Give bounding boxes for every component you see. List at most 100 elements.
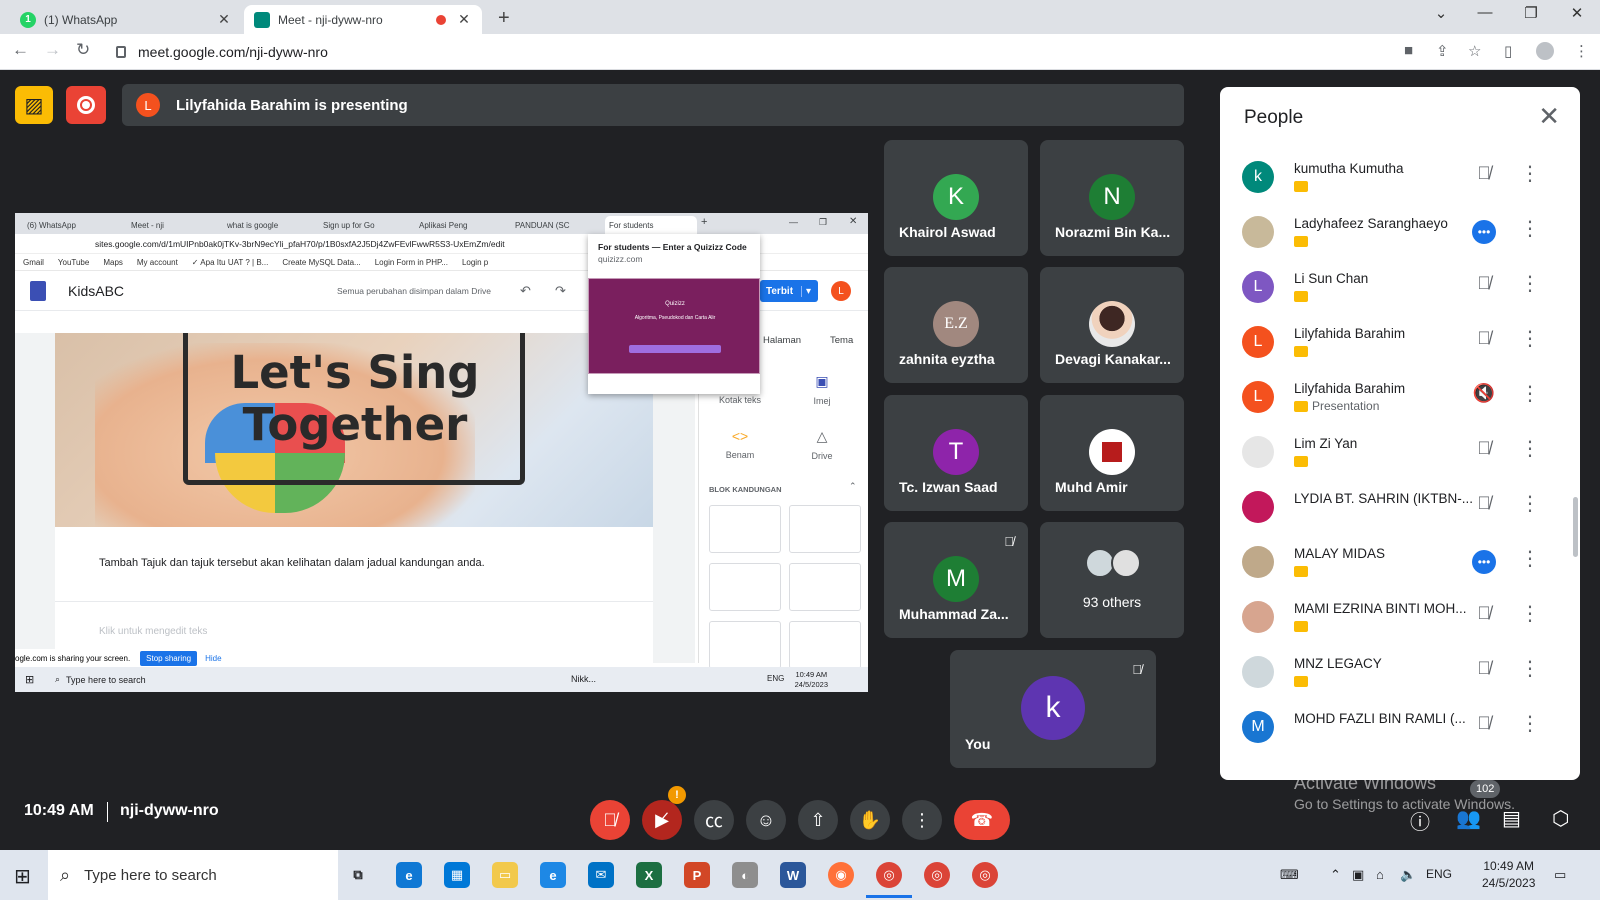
- participant-tile[interactable]: N Norazmi Bin Ka...: [1040, 140, 1184, 256]
- participant-row[interactable]: Lim Zi Yan 🎙̸ ⋮: [1220, 424, 1580, 480]
- others-tile[interactable]: 93 others: [1040, 522, 1184, 638]
- present-button[interactable]: ⇧: [798, 800, 838, 840]
- tab-whatsapp[interactable]: 1 (1) WhatsApp ✕: [10, 5, 242, 34]
- close-icon[interactable]: ✕: [1538, 101, 1560, 132]
- more-options-icon[interactable]: ⋮: [1520, 656, 1540, 681]
- participant-row[interactable]: k kumutha Kumutha 🎙̸ ⋮: [1220, 149, 1580, 205]
- network-icon[interactable]: ⌂: [1376, 867, 1384, 882]
- close-window-button[interactable]: ✕: [1554, 4, 1600, 22]
- activities-icon[interactable]: ⬡: [1552, 806, 1569, 831]
- close-tab-icon[interactable]: ✕: [216, 11, 232, 28]
- close-tab-icon[interactable]: ✕: [456, 11, 472, 28]
- participant-row[interactable]: L Lilyfahida Barahim Presentation 🔇 ⋮: [1220, 369, 1580, 425]
- reload-icon[interactable]: ↻: [76, 40, 90, 60]
- mic-off-icon[interactable]: 🎙̸: [1472, 163, 1496, 184]
- notifications-icon[interactable]: ▭: [1554, 867, 1566, 883]
- chrome-icon[interactable]: ◎: [924, 862, 950, 888]
- more-options-icon[interactable]: ⋮: [1520, 601, 1540, 626]
- mic-off-icon[interactable]: 🎙̸: [1472, 493, 1496, 514]
- bookmark-star-icon[interactable]: ☆: [1468, 42, 1481, 60]
- minimize-button[interactable]: —: [1462, 4, 1508, 21]
- firefox-icon[interactable]: ◉: [828, 862, 854, 888]
- participant-row[interactable]: MAMI EZRINA BINTI MOH... 🎙̸ ⋮: [1220, 589, 1580, 645]
- more-options-icon[interactable]: ⋮: [1520, 491, 1540, 516]
- taskbar-search[interactable]: ⌕ Type here to search: [48, 850, 338, 900]
- participant-row[interactable]: L Lilyfahida Barahim 🎙̸ ⋮: [1220, 314, 1580, 370]
- side-panel-icon[interactable]: ▯: [1504, 42, 1512, 60]
- mail-icon[interactable]: ✉: [588, 862, 614, 888]
- camera-button[interactable]: ▶̸: [642, 800, 682, 840]
- mic-off-icon[interactable]: 🎙̸: [1472, 713, 1496, 734]
- share-icon[interactable]: ⇪: [1436, 42, 1449, 60]
- store-icon[interactable]: ▦: [444, 862, 470, 888]
- participant-row[interactable]: M MOHD FAZLI BIN RAMLI (... 🎙̸ ⋮: [1220, 699, 1580, 755]
- new-tab-button[interactable]: +: [498, 7, 510, 30]
- scrollbar[interactable]: [1573, 497, 1578, 557]
- internet-explorer-icon[interactable]: e: [540, 862, 566, 888]
- more-options-icon[interactable]: ⋮: [1520, 546, 1540, 571]
- camera-icon[interactable]: ■: [1404, 42, 1413, 59]
- more-options-icon[interactable]: ⋮: [1520, 436, 1540, 461]
- keyboard-icon[interactable]: ⌨: [1280, 867, 1299, 883]
- participant-tile[interactable]: 🎙̸ M Muhammad Za...: [884, 522, 1028, 638]
- taskbar-clock[interactable]: 10:49 AM 24/5/2023: [1482, 858, 1535, 892]
- volume-off-icon[interactable]: 🔇: [1472, 383, 1496, 404]
- tab-meet[interactable]: Meet - nji-dyww-nro ✕: [244, 5, 482, 34]
- more-options-icon[interactable]: ⋮: [1520, 381, 1540, 406]
- recording-icon[interactable]: [66, 86, 106, 124]
- app-icon[interactable]: ◐: [732, 862, 758, 888]
- self-tile[interactable]: 🎙̸ k You: [950, 650, 1156, 768]
- powerpoint-icon[interactable]: P: [684, 862, 710, 888]
- participant-tile[interactable]: K Khairol Aswad: [884, 140, 1028, 256]
- microphone-button[interactable]: 🎙̸: [590, 800, 630, 840]
- participant-row[interactable]: MALAY MIDAS ••• ⋮: [1220, 534, 1580, 590]
- forward-icon[interactable]: →: [44, 40, 61, 60]
- participant-tile[interactable]: Devagi Kanakar...: [1040, 267, 1184, 383]
- participant-tile[interactable]: E.Z zahnita eyztha: [884, 267, 1028, 383]
- more-options-icon[interactable]: ⋮: [1520, 326, 1540, 351]
- language-indicator[interactable]: ENG: [1426, 867, 1452, 881]
- excel-icon[interactable]: X: [636, 862, 662, 888]
- mic-off-icon[interactable]: 🎙̸: [1472, 328, 1496, 349]
- show-hidden-icons[interactable]: ⌃: [1330, 867, 1341, 883]
- address-bar[interactable]: meet.google.com/nji-dyww-nro: [116, 39, 1356, 65]
- chrome-icon[interactable]: ◎: [972, 862, 998, 888]
- task-view-icon[interactable]: ⧉: [345, 862, 371, 888]
- word-icon[interactable]: W: [780, 862, 806, 888]
- tab-search-icon[interactable]: ⌄: [1418, 4, 1464, 22]
- chat-icon[interactable]: ▤: [1502, 806, 1521, 831]
- captions-button[interactable]: ㏄: [694, 800, 734, 840]
- mic-off-icon[interactable]: 🎙̸: [1472, 603, 1496, 624]
- info-icon[interactable]: ⓘ: [1410, 806, 1430, 835]
- participant-tile[interactable]: T Tc. Izwan Saad: [884, 395, 1028, 511]
- layout-card: [709, 563, 781, 611]
- reactions-button[interactable]: ☺: [746, 800, 786, 840]
- profile-icon[interactable]: [1536, 42, 1554, 60]
- mic-off-icon[interactable]: 🎙̸: [1472, 658, 1496, 679]
- more-options-icon[interactable]: ⋮: [1520, 271, 1540, 296]
- end-call-button[interactable]: ☎: [954, 800, 1010, 840]
- maximize-button[interactable]: ❐: [1508, 4, 1554, 22]
- meet-indicator-icon[interactable]: ▣: [1352, 867, 1364, 883]
- menu-icon[interactable]: ⋮: [1574, 42, 1589, 60]
- more-options-icon[interactable]: ⋮: [1520, 711, 1540, 736]
- mic-off-icon[interactable]: 🎙̸: [1472, 273, 1496, 294]
- participant-row[interactable]: MNZ LEGACY 🎙̸ ⋮: [1220, 644, 1580, 700]
- volume-icon[interactable]: 🔈: [1400, 867, 1416, 883]
- more-options-button[interactable]: ⋮: [902, 800, 942, 840]
- more-options-icon[interactable]: ⋮: [1520, 216, 1540, 241]
- back-icon[interactable]: ←: [12, 40, 29, 60]
- participant-tile[interactable]: Muhd Amir: [1040, 395, 1184, 511]
- participant-row[interactable]: LYDIA BT. SAHRIN (IKTBN-... 🎙̸ ⋮: [1220, 479, 1580, 535]
- mic-off-icon[interactable]: 🎙̸: [1472, 438, 1496, 459]
- raise-hand-button[interactable]: ✋: [850, 800, 890, 840]
- file-explorer-icon[interactable]: ▭: [492, 862, 518, 888]
- windows-start-icon[interactable]: ⊞: [14, 864, 31, 889]
- more-options-icon[interactable]: ⋮: [1520, 161, 1540, 186]
- people-icon[interactable]: 👥: [1456, 806, 1481, 831]
- participant-row[interactable]: L Li Sun Chan 🎙̸ ⋮: [1220, 259, 1580, 315]
- presentation-off-icon[interactable]: ▨: [15, 86, 53, 124]
- chrome-icon[interactable]: ◎: [866, 862, 912, 898]
- participant-row[interactable]: Ladyhafeez Saranghaeyo ••• ⋮: [1220, 204, 1580, 260]
- edge-icon[interactable]: e: [396, 862, 422, 888]
